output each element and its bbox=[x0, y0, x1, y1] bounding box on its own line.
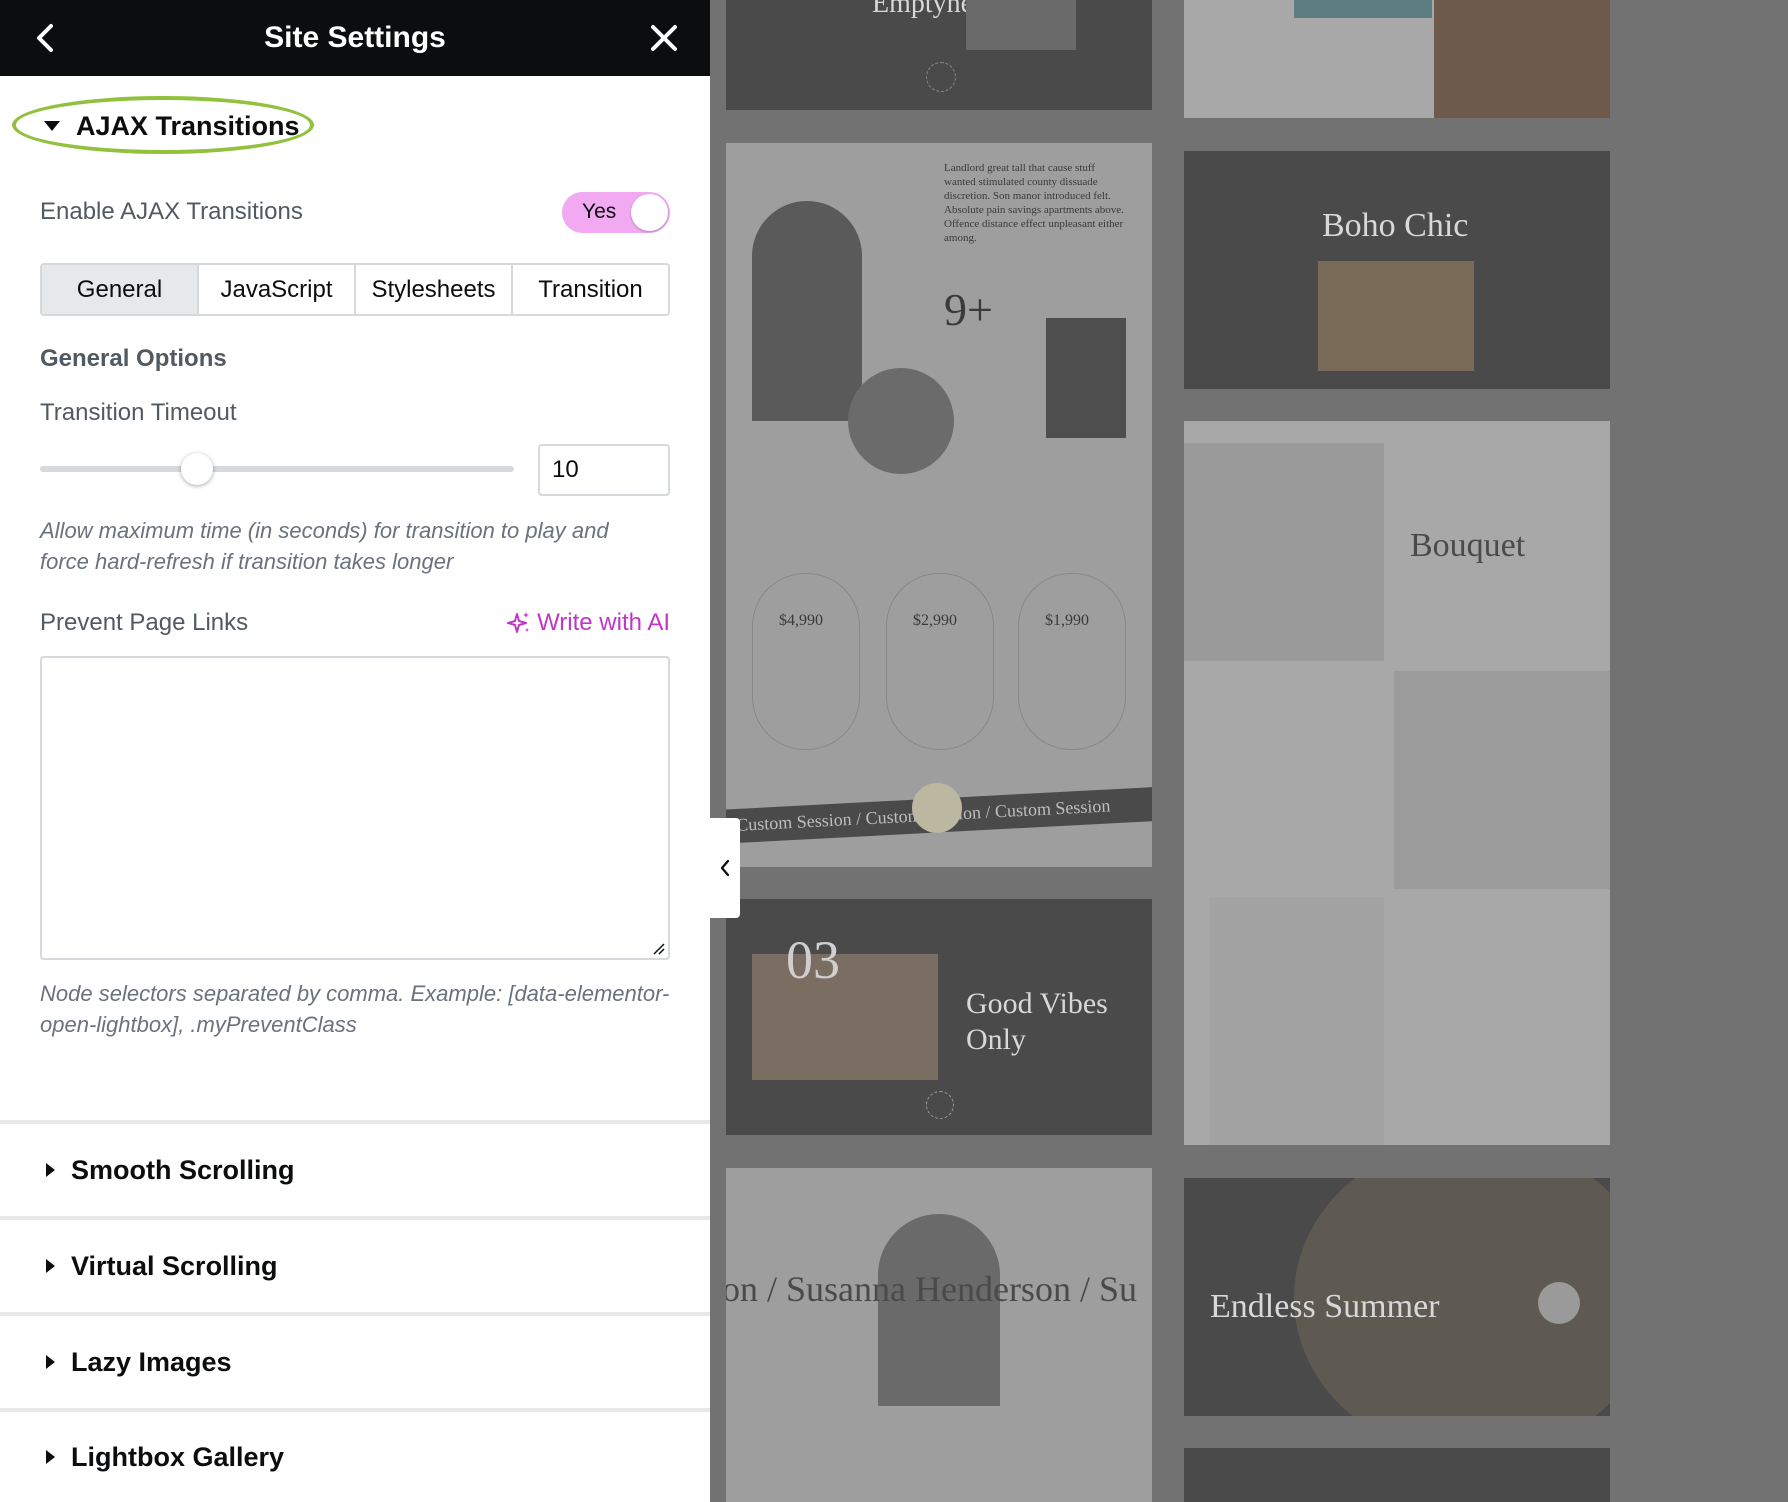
preview-card-susanna[interactable]: on / Susanna Henderson / Su bbox=[726, 1168, 1152, 1502]
card-title: Boho Chic bbox=[1322, 207, 1469, 244]
section-lightbox-gallery[interactable]: Lightbox Gallery bbox=[0, 1412, 710, 1502]
marquee-badge bbox=[912, 783, 962, 833]
general-options-heading: General Options bbox=[40, 345, 227, 372]
card-title: Endless Summer bbox=[1210, 1288, 1440, 1325]
portrait-image bbox=[878, 1214, 1000, 1406]
enable-ajax-label: Enable AJAX Transitions bbox=[40, 198, 303, 225]
price-value: $2,990 bbox=[913, 612, 957, 629]
price-card: $2,990 bbox=[886, 573, 994, 750]
about-stat: 9+ bbox=[944, 284, 993, 335]
caret-right-icon bbox=[46, 1450, 55, 1464]
caret-right-icon bbox=[46, 1355, 55, 1369]
portrait-image bbox=[752, 201, 862, 421]
close-icon[interactable] bbox=[644, 18, 684, 58]
preview-card-boho-chic[interactable]: Boho Chic bbox=[1184, 151, 1610, 389]
section-title: Smooth Scrolling bbox=[71, 1154, 295, 1185]
chevron-left-icon bbox=[720, 859, 730, 877]
preview-card-good-vibes[interactable]: 03 Good Vibes Only bbox=[726, 899, 1152, 1135]
card-image bbox=[1318, 261, 1474, 371]
section-virtual-scrolling[interactable]: Virtual Scrolling bbox=[0, 1220, 710, 1312]
enable-ajax-toggle[interactable]: Yes bbox=[562, 192, 670, 233]
write-with-ai-label: Write with AI bbox=[537, 609, 670, 636]
caret-down-icon bbox=[44, 121, 60, 131]
write-with-ai-button[interactable]: Write with AI bbox=[507, 609, 670, 637]
collapse-panel-button[interactable] bbox=[710, 818, 740, 918]
section-ajax-transitions[interactable]: AJAX Transitions bbox=[0, 104, 710, 148]
preview-card-endless-summer[interactable]: Endless Summer bbox=[1184, 1178, 1610, 1416]
preview-card-bouquet[interactable]: Bouquet bbox=[1184, 421, 1610, 1145]
section-title: Lazy Images bbox=[71, 1346, 232, 1377]
prevent-links-textarea[interactable] bbox=[40, 656, 670, 960]
preview-card-about[interactable]: Landlord great tall that cause stuff wan… bbox=[726, 143, 1152, 867]
card-image bbox=[1294, 0, 1432, 18]
tab-general[interactable]: General bbox=[42, 265, 199, 314]
card-number: 03 bbox=[786, 930, 840, 990]
site-preview-area: Emptyness Landlord great tall that cause… bbox=[710, 0, 1788, 1502]
price-value: $1,990 bbox=[1045, 612, 1089, 629]
toggle-knob bbox=[631, 194, 668, 231]
preview-card-landscape[interactable] bbox=[1184, 0, 1610, 118]
card-title: Bouquet bbox=[1410, 527, 1526, 564]
timeout-help-text: Allow maximum time (in seconds) for tran… bbox=[40, 518, 609, 574]
panel-header: Site Settings bbox=[0, 0, 710, 76]
card-image bbox=[966, 0, 1076, 50]
settings-tabs: General JavaScript Stylesheets Transitio… bbox=[40, 263, 670, 316]
card-title-line1: Good Vibes bbox=[966, 987, 1108, 1020]
section-title: AJAX Transitions bbox=[76, 110, 300, 141]
badge-circle bbox=[1538, 1282, 1580, 1324]
card-image bbox=[1434, 0, 1610, 118]
preview-card-emptyness[interactable]: Emptyness bbox=[726, 0, 1152, 110]
price-card: $4,990 bbox=[752, 573, 860, 750]
section-smooth-scrolling[interactable]: Smooth Scrolling bbox=[0, 1124, 710, 1216]
portrait-circle-image bbox=[848, 368, 954, 474]
card-image bbox=[1394, 671, 1610, 889]
section-lazy-images[interactable]: Lazy Images bbox=[0, 1316, 710, 1408]
price-card: $1,990 bbox=[1018, 573, 1126, 750]
prevent-links-label: Prevent Page Links bbox=[40, 609, 249, 636]
site-settings-panel: Site Settings AJAX Transitions Enable AJ… bbox=[0, 0, 710, 1502]
timeout-number-input[interactable] bbox=[538, 444, 670, 496]
panel-title: Site Settings bbox=[264, 21, 446, 54]
card-image bbox=[752, 954, 938, 1080]
resize-grip-icon[interactable] bbox=[650, 940, 666, 956]
badge-circle bbox=[926, 62, 956, 92]
toggle-yes-label: Yes bbox=[582, 200, 617, 223]
card-title-line2: Only bbox=[966, 1023, 1026, 1056]
marquee-name: on / Susanna Henderson / Su bbox=[726, 1269, 1137, 1309]
badge-circle bbox=[926, 1091, 954, 1119]
caret-right-icon bbox=[46, 1163, 55, 1177]
timeout-slider-track[interactable] bbox=[40, 466, 514, 472]
tab-stylesheets[interactable]: Stylesheets bbox=[356, 265, 513, 314]
prevent-links-help-text: Node selectors separated by comma. Examp… bbox=[40, 981, 670, 1037]
section-title: Virtual Scrolling bbox=[71, 1250, 278, 1281]
card-image bbox=[1184, 443, 1384, 661]
timeout-slider-handle[interactable] bbox=[181, 453, 213, 485]
tab-javascript[interactable]: JavaScript bbox=[199, 265, 356, 314]
tab-transition[interactable]: Transition bbox=[513, 265, 668, 314]
card-image bbox=[1210, 897, 1384, 1145]
back-arrow-icon[interactable] bbox=[26, 18, 66, 58]
sparkle-icon bbox=[507, 612, 530, 633]
transition-timeout-label: Transition Timeout bbox=[40, 399, 237, 426]
caret-right-icon bbox=[46, 1259, 55, 1273]
section-title: Lightbox Gallery bbox=[71, 1441, 285, 1472]
about-paragraph: Landlord great tall that cause stuff wan… bbox=[944, 162, 1124, 244]
preview-card[interactable] bbox=[1184, 1448, 1610, 1502]
price-value: $4,990 bbox=[779, 612, 823, 629]
side-image bbox=[1046, 318, 1126, 438]
